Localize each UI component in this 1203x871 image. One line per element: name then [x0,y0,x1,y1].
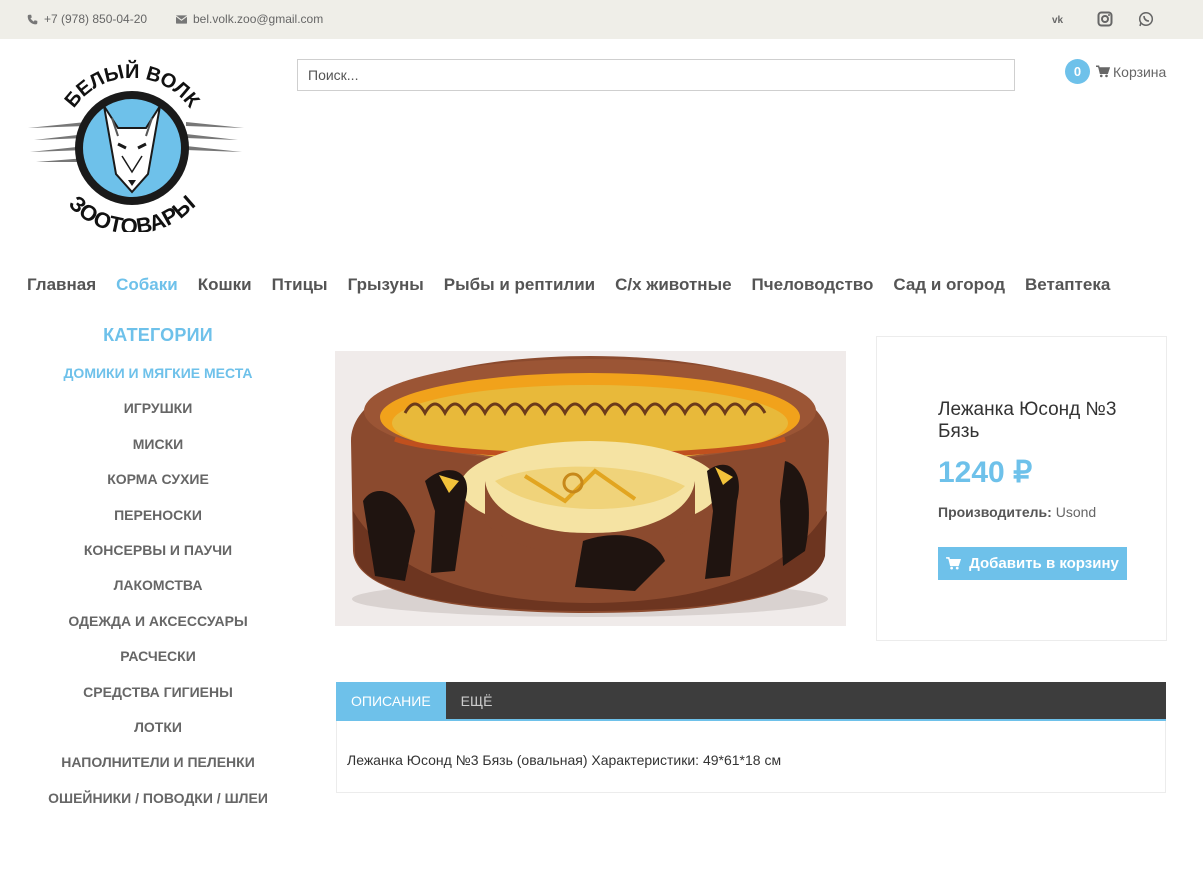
category-list: ДОМИКИ И МЯГКИЕ МЕСТА ИГРУШКИ МИСКИ КОРМ… [27,354,289,814]
cart-count-badge: 0 [1065,59,1090,84]
product-title: Лежанка Юсонд №3 Бязь [938,399,1117,442]
cart-link[interactable]: 0 Корзина [1065,59,1166,84]
product-info-card: Лежанка Юсонд №3 Бязь 1240 ₽ Производите… [876,336,1167,641]
category-item[interactable]: ЛАКОМСТВА [27,566,289,601]
category-item[interactable]: ОДЕЖДА И АКСЕССУАРЫ [27,602,289,637]
category-item[interactable]: ПЕРЕНОСКИ [27,496,289,531]
logo[interactable]: БЕЛЫЙ ВОЛК ЗООТОВАРЫ [26,56,246,232]
nav-item-home[interactable]: Главная [27,275,96,295]
tab-description[interactable]: ОПИСАНИЕ [336,682,446,720]
category-item[interactable]: ИГРУШКИ [27,389,289,424]
vk-icon[interactable]: vk [1052,11,1068,27]
product-tabs: ОПИСАНИЕ ЕЩЁ [336,682,1166,721]
nav-item-dogs[interactable]: Собаки [116,275,178,295]
sidebar-heading: КАТЕГОРИИ [103,325,213,345]
category-item[interactable]: ЛОТКИ [27,708,289,743]
nav-item-garden[interactable]: Сад и огород [893,275,1005,295]
nav-item-fish-reptiles[interactable]: Рыбы и рептилии [444,275,595,295]
shopping-cart-icon [1096,65,1110,78]
nav-item-beekeeping[interactable]: Пчеловодство [752,275,874,295]
add-to-cart-label: Добавить в корзину [969,555,1119,572]
topbar: +7 (978) 850-04-20 bel.volk.zoo@gmail.co… [0,0,1203,39]
category-item[interactable]: КОРМА СУХИЕ [27,460,289,495]
product-maker: Производитель: Usond [938,504,1096,520]
add-to-cart-button[interactable]: Добавить в корзину [938,547,1127,580]
search-input[interactable] [297,59,1015,91]
whatsapp-icon[interactable] [1138,11,1154,27]
nav-item-vet-pharmacy[interactable]: Ветаптека [1025,275,1110,295]
category-item[interactable]: ОШЕЙНИКИ / ПОВОДКИ / ШЛЕИ [27,779,289,814]
product-price: 1240 ₽ [938,456,1033,489]
email-contact[interactable]: bel.volk.zoo@gmail.com [176,12,323,26]
product-description: Лежанка Юсонд №3 Бязь (овальная) Характе… [347,752,782,768]
nav-item-rodents[interactable]: Грызуны [348,275,424,295]
instagram-icon[interactable] [1097,11,1113,27]
category-item[interactable]: СРЕДСТВА ГИГИЕНЫ [27,673,289,708]
tab-panel-description: Лежанка Юсонд №3 Бязь (овальная) Характе… [336,721,1166,793]
phone-text: +7 (978) 850-04-20 [44,12,148,26]
cart-label: Корзина [1113,63,1167,80]
category-item[interactable]: ДОМИКИ И МЯГКИЕ МЕСТА [27,354,289,389]
product-image[interactable] [335,351,846,626]
nav-item-cats[interactable]: Кошки [198,275,252,295]
main-nav: Главная Собаки Кошки Птицы Грызуны Рыбы … [27,275,1110,295]
email-text: bel.volk.zoo@gmail.com [193,12,324,26]
tab-more[interactable]: ЕЩЁ [446,682,508,720]
phone-icon [27,14,38,24]
category-sidebar: КАТЕГОРИИ ДОМИКИ И МЯГКИЕ МЕСТА ИГРУШКИ … [27,322,289,814]
pet-bed-image [335,351,846,626]
nav-item-farm-animals[interactable]: С/х животные [615,275,731,295]
phone-contact[interactable]: +7 (978) 850-04-20 [27,12,147,26]
shopping-cart-icon [946,557,962,570]
category-item[interactable]: КОНСЕРВЫ И ПАУЧИ [27,531,289,566]
maker-label: Производитель: [938,504,1052,520]
category-item[interactable]: МИСКИ [27,425,289,460]
nav-item-birds[interactable]: Птицы [272,275,328,295]
envelope-icon [176,14,187,24]
svg-text:vk: vk [1052,15,1064,26]
category-item[interactable]: РАСЧЕСКИ [27,637,289,672]
maker-value[interactable]: Usond [1056,504,1096,520]
category-item[interactable]: НАПОЛНИТЕЛИ И ПЕЛЕНКИ [27,743,289,778]
